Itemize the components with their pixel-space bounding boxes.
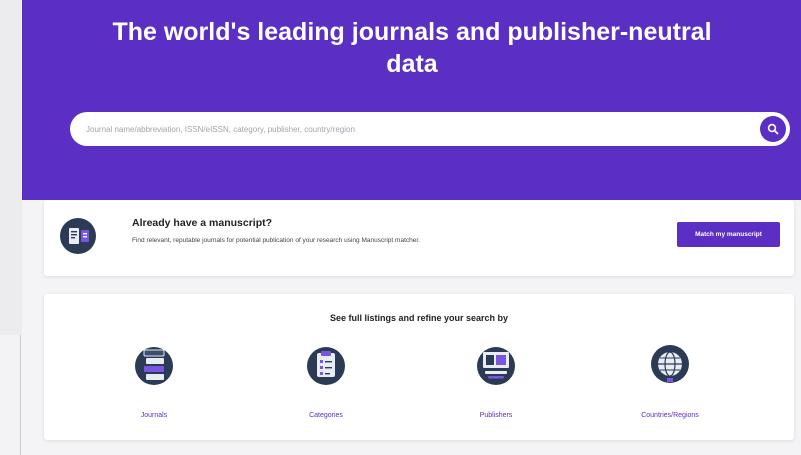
- match-manuscript-button[interactable]: Match my manuscript: [677, 222, 780, 247]
- main-panel: The world's leading journals and publish…: [22, 0, 801, 455]
- manuscript-description: Find relevant, reputable journals for po…: [132, 237, 420, 244]
- categories-icon: [307, 347, 345, 385]
- journals-icon: [135, 347, 173, 385]
- listing-label-journals: Journals: [140, 412, 168, 419]
- listing-item-categories[interactable]: Categories: [266, 342, 386, 432]
- manuscript-heading: Already have a manuscript?: [132, 217, 273, 229]
- listing-label-categories: Categories: [309, 412, 343, 419]
- manuscript-card: Already have a manuscript? Find relevant…: [44, 200, 794, 276]
- publishers-icon: [477, 347, 515, 385]
- listing-item-publishers[interactable]: Publishers: [436, 342, 556, 432]
- listing-label-publishers: Publishers: [479, 412, 513, 419]
- manuscript-icon: [60, 218, 96, 254]
- search-bar: [70, 112, 790, 146]
- listings-heading: See full listings and refine your search…: [329, 313, 509, 323]
- background-page-upper: [0, 0, 22, 335]
- globe-icon: [651, 345, 689, 383]
- search-button[interactable]: [760, 116, 786, 142]
- hero-banner: The world's leading journals and publish…: [22, 0, 801, 200]
- listings-card: See full listings and refine your search…: [44, 294, 794, 440]
- listing-item-journals[interactable]: Journals: [94, 342, 214, 432]
- listing-item-countries-regions[interactable]: Countries/Regions: [610, 342, 730, 432]
- search-input[interactable]: [70, 112, 760, 146]
- background-divider: [20, 335, 21, 455]
- listing-label-countries-regions: Countries/Regions: [641, 412, 699, 419]
- background-page-edge: [0, 0, 22, 455]
- search-icon: [767, 123, 779, 135]
- hero-title: The world's leading journals and publish…: [112, 18, 712, 78]
